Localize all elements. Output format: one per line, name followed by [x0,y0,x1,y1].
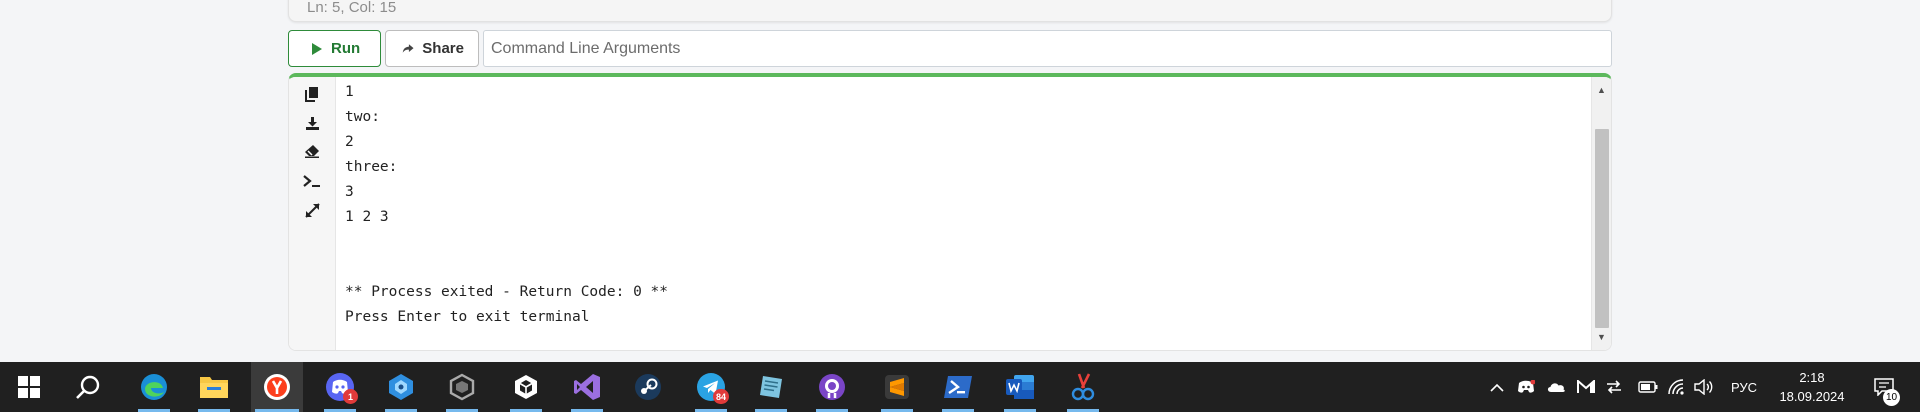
share-icon [402,44,414,53]
app-cube-icon [389,374,413,400]
taskbar-powershell[interactable] [932,362,984,412]
eraser-icon[interactable] [301,140,323,162]
taskbar-notes-app[interactable] [745,362,797,412]
mail-icon [1577,380,1595,393]
taskbar-yandex-browser[interactable] [251,362,303,412]
output-line: 3 [345,184,354,200]
taskbar-github-desktop[interactable] [806,362,858,412]
discord-badge: 1 [343,389,358,404]
terminal-output[interactable]: 1 two: 2 three: 3 1 2 3 ** Process exite… [345,80,1589,330]
search-icon [76,375,100,399]
arrows-icon [1607,380,1621,394]
app-hexagon-icon [449,373,475,401]
download-icon[interactable] [301,112,323,134]
search-button[interactable] [62,362,114,412]
terminal-panel: 1 two: 2 three: 3 1 2 3 ** Process exite… [288,73,1612,351]
chevron-up-icon [1490,383,1504,392]
taskbar-file-explorer[interactable] [188,362,240,412]
sublime-text-icon [885,375,909,399]
notes-app-icon [760,376,782,398]
terminal-scrollbar[interactable]: ▲ ▼ [1591,77,1611,350]
editor-status-bar: Ln: 5, Col: 15 [288,0,1612,22]
taskbar-app-cube[interactable] [375,362,427,412]
tray-mail[interactable] [1574,362,1598,412]
tray-network-settings[interactable] [1602,362,1626,412]
tray-onedrive[interactable] [1544,362,1568,412]
battery-icon [1638,381,1658,393]
taskbar-word[interactable] [994,362,1046,412]
play-icon [312,42,322,55]
run-toolbar: Run Share [288,30,1612,67]
taskbar-telegram[interactable]: 84 [685,362,737,412]
volume-icon [1694,379,1713,395]
run-button[interactable]: Run [288,30,381,67]
edge-icon [141,374,167,400]
wifi-icon [1668,379,1684,395]
output-line: 2 [345,134,354,150]
visual-studio-icon [574,374,600,400]
taskbar-visual-studio[interactable] [561,362,613,412]
tray-clock[interactable]: 2:18 18.09.2024 [1772,362,1852,412]
cursor-position: Ln: 5, Col: 15 [307,0,397,16]
unity-icon [515,375,537,399]
output-line: two: [345,109,380,125]
scroll-down-arrow[interactable]: ▼ [1592,328,1611,346]
file-explorer-icon [200,377,228,398]
command-line-arguments-input[interactable] [483,30,1612,67]
taskbar-app-hexagon[interactable] [436,362,488,412]
notification-center[interactable]: 10 [1866,362,1902,412]
tray-discord[interactable] [1514,362,1538,412]
cloud-icon [1547,383,1565,392]
discord-tray-icon [1518,380,1535,393]
yandex-browser-icon [264,374,290,400]
tray-volume[interactable] [1692,362,1716,412]
output-line: Press Enter to exit terminal [345,309,590,325]
share-button[interactable]: Share [385,30,479,67]
output-line: ** Process exited - Return Code: 0 ** [345,284,669,300]
taskbar-sublime-text[interactable] [871,362,923,412]
share-label: Share [422,40,464,57]
run-label: Run [331,40,361,57]
tray-language[interactable]: РУС [1724,362,1764,412]
copy-icon[interactable] [301,83,323,105]
taskbar-edge[interactable] [128,362,180,412]
taskbar-steam[interactable] [622,362,674,412]
scroll-up-arrow[interactable]: ▲ [1592,81,1611,99]
scroll-thumb[interactable] [1595,129,1609,328]
terminal-side-tools [289,77,336,350]
tray-battery[interactable] [1636,362,1660,412]
start-icon [18,376,40,398]
word-icon [1006,375,1034,399]
tray-wifi[interactable] [1664,362,1688,412]
language-indicator: РУС [1730,379,1758,395]
terminal-icon[interactable] [301,170,323,192]
clock-time: 2:18 [1799,370,1825,385]
notification-count: 10 [1883,389,1900,406]
output-line: 1 2 3 [345,209,389,225]
taskbar-discord[interactable]: 1 [314,362,366,412]
expand-icon[interactable] [301,199,323,221]
output-line: 1 [345,84,354,100]
github-desktop-icon [819,374,845,400]
windows-taskbar: 1 84 РУС 2:18 18.09.2024 10 [0,362,1920,412]
telegram-badge: 84 [712,389,729,404]
steam-icon [635,374,661,400]
clock-date: 18.09.2024 [1779,389,1845,404]
taskbar-unity[interactable] [500,362,552,412]
show-hidden-icons[interactable] [1486,362,1508,412]
snipping-tool-icon [1071,373,1095,401]
taskbar-snipping-tool[interactable] [1057,362,1109,412]
start-button[interactable] [3,362,55,412]
output-line: three: [345,159,398,175]
powershell-icon [944,376,972,398]
